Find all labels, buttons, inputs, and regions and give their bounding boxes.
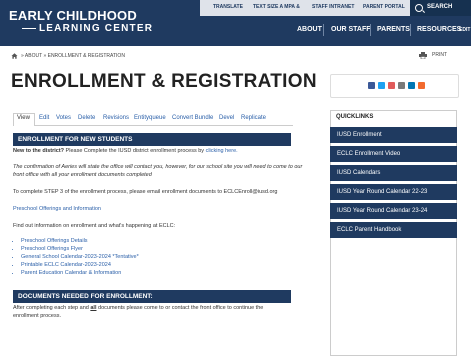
quicklink-label: IUSD Year Round Calendar 23-24: [337, 208, 428, 214]
breadcrumb-current: ENROLLMENT & REGISTRATION: [47, 53, 125, 59]
new-to-district-question: New to the district?: [13, 148, 65, 154]
nav-about[interactable]: ABOUT: [297, 26, 322, 33]
list-item[interactable]: Printable ECLC Calendar-2023-2024: [21, 261, 139, 269]
documents-text-line2: enrollment process.: [13, 313, 61, 319]
share-plus-icon[interactable]: [418, 82, 425, 89]
quicklink-label: IUSD Year Round Calendar 22-23: [337, 189, 428, 195]
enrollment-process-link[interactable]: clicking here.: [206, 148, 238, 154]
print-share-icon[interactable]: [398, 82, 405, 89]
quicklink-year-round-23-24[interactable]: IUSD Year Round Calendar 23-24: [330, 203, 457, 219]
documents-text-line1: After completing each step and all docum…: [13, 305, 263, 311]
breadcrumb-about[interactable]: ABOUT: [25, 53, 42, 59]
breadcrumb-sep: »: [43, 53, 47, 59]
staff-intranet-link[interactable]: STAFF INTRANET: [312, 4, 354, 10]
section-heading-text: DOCUMENTS NEEDED FOR ENROLLMENT:: [18, 293, 153, 300]
nav-divider: [410, 24, 411, 36]
utility-bar: TRANSLATE TEXT SIZE A MPA & STAFF INTRAN…: [200, 0, 410, 16]
search-label: SEARCH: [427, 4, 453, 10]
print-icon[interactable]: [419, 52, 427, 59]
new-to-district-text: New to the district? Please Complete the…: [13, 148, 238, 154]
quicklink-label: IUSD Calendars: [337, 170, 381, 176]
nav-our-staff[interactable]: OUR STAFF: [331, 26, 371, 33]
quicklink-eclc-enrollment-video[interactable]: ECLC Enrollment Video: [330, 146, 457, 162]
translate-link[interactable]: TRANSLATE: [213, 4, 243, 10]
facebook-icon[interactable]: [368, 82, 375, 89]
logo-line1[interactable]: EARLY CHILDHOOD: [9, 8, 137, 23]
tab-revisions[interactable]: Revisions: [103, 115, 129, 121]
step3-text: To complete STEP 3 of the enrollment pro…: [13, 189, 278, 195]
list-item[interactable]: Preschool Offerings Flyer: [21, 245, 139, 253]
text-size-link[interactable]: TEXT SIZE A MPA &: [253, 4, 300, 10]
search-icon: [415, 4, 423, 12]
list-item[interactable]: Preschool Offerings Details: [21, 237, 139, 245]
linkedin-icon[interactable]: [408, 82, 415, 89]
logo-line2[interactable]: LEARNING CENTER: [22, 23, 153, 34]
quicklink-label: IUSD Enrollment: [337, 132, 382, 138]
section-heading-enrollment: ENROLLMENT FOR NEW STUDENTS: [13, 133, 291, 146]
parent-portal-link[interactable]: PARENT PORTAL: [363, 4, 405, 10]
section-heading-text: ENROLLMENT FOR NEW STUDENTS: [18, 136, 133, 143]
nav-resources[interactable]: RESOURCES: [417, 26, 461, 33]
quicklink-label: ECLC Parent Handbook: [337, 227, 402, 233]
logo-rule: [22, 27, 36, 29]
tab-votes[interactable]: Votes: [56, 115, 71, 121]
site-header: EARLY CHILDHOOD LEARNING CENTER TRANSLAT…: [0, 0, 471, 46]
home-icon[interactable]: [11, 53, 18, 59]
tab-view[interactable]: View: [17, 115, 30, 121]
nav-parents[interactable]: PARENTS: [377, 26, 410, 33]
nav-edit[interactable]: EDIT: [459, 27, 470, 33]
quicklink-iusd-enrollment[interactable]: IUSD Enrollment: [330, 127, 457, 143]
page-title: ENROLLMENT & REGISTRATION: [11, 71, 317, 92]
section-heading-documents: DOCUMENTS NEEDED FOR ENROLLMENT:: [13, 290, 291, 303]
logo-line2-text: LEARNING CENTER: [39, 23, 154, 34]
list-item[interactable]: General School Calendar-2023-2024 *Tenta…: [21, 253, 139, 261]
email-icon[interactable]: [388, 82, 395, 89]
twitter-icon[interactable]: [378, 82, 385, 89]
find-out-text: Find out information on enrollment and w…: [13, 223, 176, 229]
tab-replicate[interactable]: Replicate: [241, 115, 266, 121]
print-link[interactable]: PRINT: [432, 52, 447, 58]
breadcrumb: » ABOUT » ENROLLMENT & REGISTRATION: [21, 53, 125, 59]
tab-delete[interactable]: Delete: [78, 115, 95, 121]
list-item[interactable]: Parent Education Calendar & Information: [21, 269, 139, 277]
nav-divider: [370, 24, 371, 36]
quicklinks-title: QUICKLINKS: [336, 114, 374, 120]
documents-text-a: After completing each step and: [13, 305, 91, 311]
nav-divider: [323, 24, 324, 36]
new-to-district-body: Please Complete the IUSD district enroll…: [64, 148, 206, 154]
resource-links-list: Preschool Offerings Details Preschool Of…: [13, 237, 139, 277]
documents-text-c: documents please come to or contact the …: [96, 305, 264, 311]
quicklink-parent-handbook[interactable]: ECLC Parent Handbook: [330, 222, 457, 238]
search-button[interactable]: SEARCH: [410, 0, 471, 16]
quicklink-iusd-calendars[interactable]: IUSD Calendars: [330, 165, 457, 181]
quicklink-year-round-22-23[interactable]: IUSD Year Round Calendar 22-23: [330, 184, 457, 200]
share-bar: [330, 74, 459, 98]
tab-convert-bundle[interactable]: Convert Bundle: [172, 115, 213, 121]
tab-entityqueue[interactable]: Entityqueue: [134, 115, 166, 121]
tab-devel[interactable]: Devel: [219, 115, 234, 121]
admin-tabs: View Edit Votes Delete Revisions Entityq…: [13, 113, 293, 126]
preschool-offerings-link[interactable]: Preschool Offerings and Information: [13, 206, 101, 212]
aeries-note-line1: The confirmation of Aeries will state th…: [13, 164, 303, 170]
breadcrumb-sep: »: [21, 53, 24, 59]
quicklinks-panel: QUICKLINKS IUSD Enrollment ECLC Enrollme…: [330, 110, 457, 356]
aeries-note-line2: front office with all your enrollment do…: [13, 172, 152, 178]
tab-edit[interactable]: Edit: [39, 115, 49, 121]
quicklink-label: ECLC Enrollment Video: [337, 151, 401, 157]
